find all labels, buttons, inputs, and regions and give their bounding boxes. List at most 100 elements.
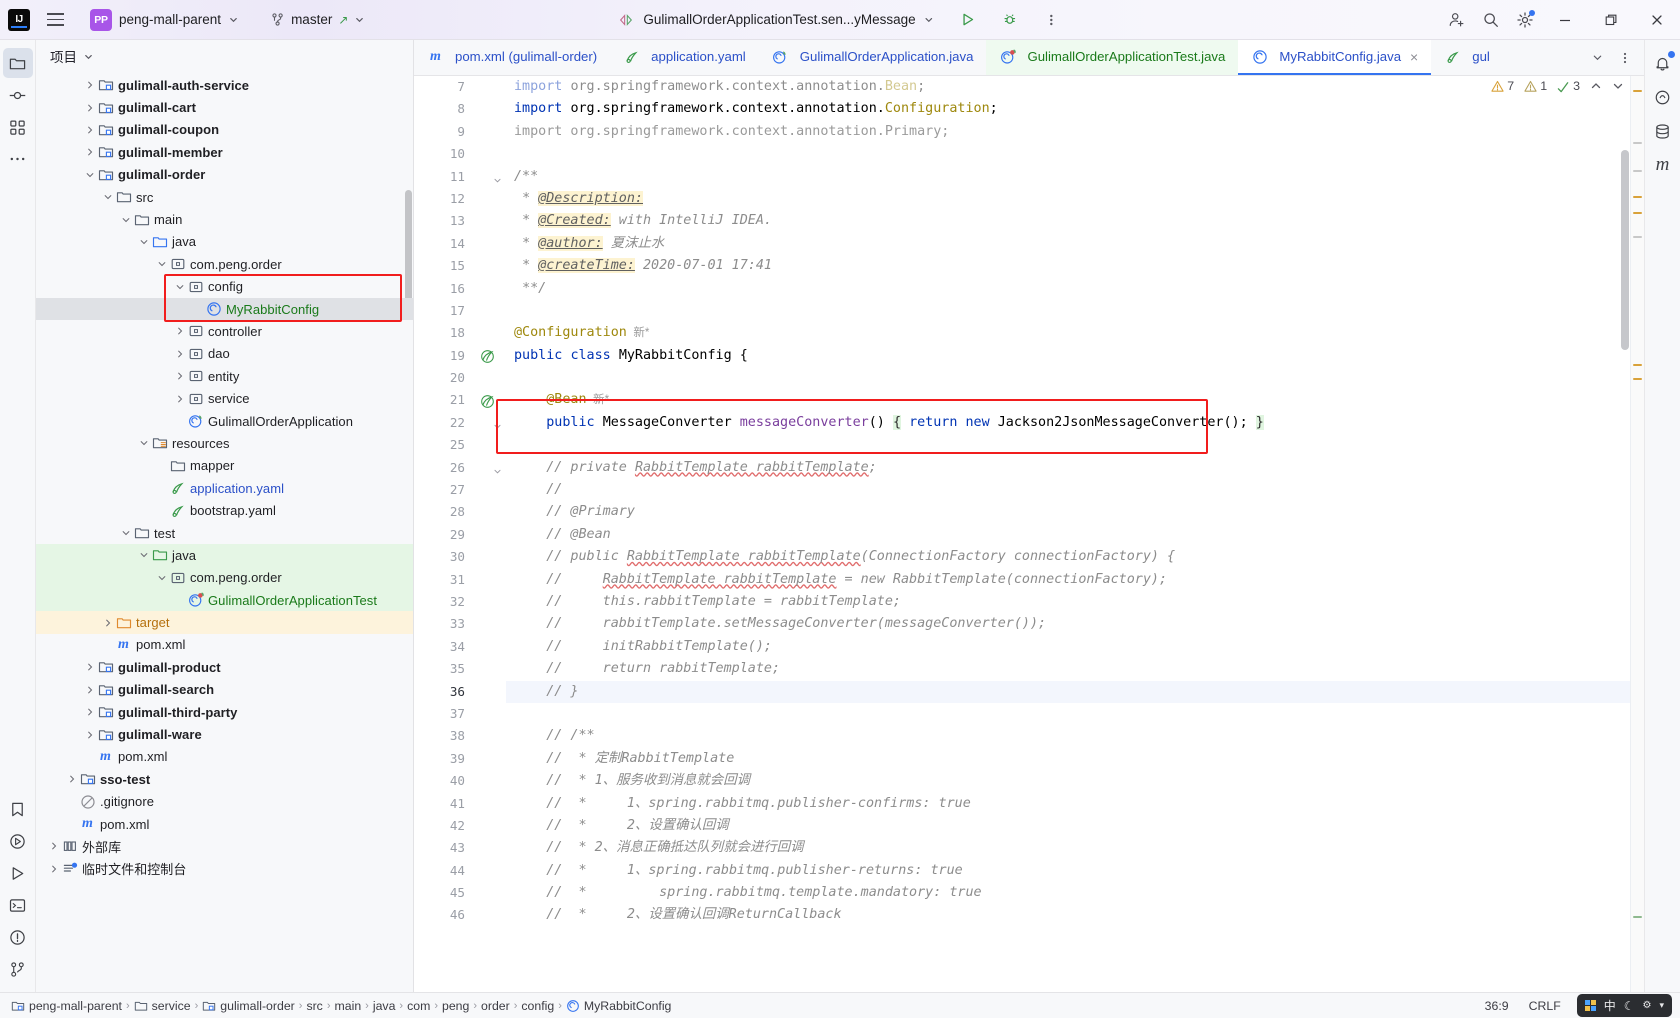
code-line[interactable]: import org.springframework.context.annot… [506, 121, 1630, 143]
tree-item-java[interactable]: java [36, 231, 413, 253]
tab-gul[interactable]: gul [1431, 40, 1503, 75]
sidebar-item-run[interactable] [3, 826, 33, 856]
code-line[interactable]: // rabbitTemplate.setMessageConverter(me… [506, 613, 1630, 635]
sidebar-item-ai-assistant[interactable] [1648, 82, 1678, 112]
tree-twisty[interactable] [82, 145, 97, 160]
tree-item-src[interactable]: src [36, 186, 413, 208]
ime-settings-icon[interactable]: ⚙ [1643, 1000, 1652, 1011]
sidebar-item-more-tools[interactable] [3, 144, 33, 174]
code-line[interactable]: // RabbitTemplate rabbitTemplate = new R… [506, 569, 1630, 591]
spring-bean-gutter-icon[interactable] [480, 394, 495, 414]
tree-twisty[interactable] [82, 660, 97, 675]
minimize-button[interactable] [1542, 0, 1588, 40]
code-line[interactable]: // * spring.rabbitmq.template.mandatory:… [506, 882, 1630, 904]
line-separator[interactable]: CRLF [1525, 998, 1565, 1014]
tab-options-button[interactable] [1612, 45, 1638, 71]
sidebar-item-bookmarks[interactable] [3, 794, 33, 824]
tree-item-entity[interactable]: entity [36, 365, 413, 387]
sidebar-item-version-control[interactable] [3, 954, 33, 984]
breadcrumb-item-main[interactable]: main [332, 998, 365, 1014]
code-line[interactable]: // return rabbitTemplate; [506, 658, 1630, 680]
code-fold-arrow[interactable] [493, 418, 502, 436]
code-line[interactable] [506, 367, 1630, 389]
tree-item-gulimall-member[interactable]: gulimall-member [36, 141, 413, 163]
tree-twisty[interactable] [82, 705, 97, 720]
tree-twisty[interactable] [172, 324, 187, 339]
tree-item--gitignore[interactable]: .gitignore [36, 791, 413, 813]
inspection-widget[interactable]: 7 1 3 [1491, 79, 1624, 93]
tree-item-mapper[interactable]: mapper [36, 455, 413, 477]
breadcrumb-item-config[interactable]: config [518, 998, 557, 1014]
branch-selector[interactable]: master ↗ [263, 9, 373, 30]
close-button[interactable] [1634, 0, 1680, 40]
tree-item-bootstrap-yaml[interactable]: bootstrap.yaml [36, 499, 413, 521]
tab-list-button[interactable] [1584, 45, 1610, 71]
tree-twisty[interactable] [46, 839, 61, 854]
sidebar-item-project[interactable] [2, 48, 33, 78]
tree-item-target[interactable]: target [36, 611, 413, 634]
code-line[interactable]: * @createTime: 2020-07-01 17:41 [506, 255, 1630, 277]
chevron-down-icon[interactable] [83, 51, 94, 62]
sidebar-item-terminal[interactable] [3, 890, 33, 920]
tree-item-pom-xml[interactable]: m pom.xml [36, 746, 413, 768]
code-line[interactable] [506, 703, 1630, 725]
code-line[interactable]: // private RabbitTemplate rabbitTemplate… [506, 457, 1630, 479]
breadcrumb-item-service[interactable]: service [131, 998, 194, 1014]
breadcrumb-item-gulimall-order[interactable]: gulimall-order [199, 998, 298, 1014]
code-line[interactable] [506, 300, 1630, 322]
code-line[interactable]: // [506, 479, 1630, 501]
code-line[interactable]: import org.springframework.context.annot… [506, 98, 1630, 120]
account-button[interactable] [1440, 4, 1474, 36]
tree-item-java[interactable]: java [36, 544, 413, 567]
code-line[interactable]: // initRabbitTemplate(); [506, 636, 1630, 658]
tree-item-gulimall-ware[interactable]: gulimall-ware [36, 723, 413, 745]
breadcrumb-item-src[interactable]: src [303, 998, 325, 1014]
tree-twisty[interactable] [172, 279, 187, 294]
code-line[interactable]: // } [506, 680, 1630, 703]
tree-item-dao[interactable]: dao [36, 343, 413, 365]
code-line[interactable]: // * 定制RabbitTemplate [506, 748, 1630, 770]
sidebar-item-database[interactable] [1648, 116, 1678, 146]
code-line[interactable]: public class MyRabbitConfig { [506, 345, 1630, 367]
sidebar-item-structure[interactable] [3, 112, 33, 142]
tree-twisty[interactable] [100, 190, 115, 205]
tree-item-gulimall-order[interactable]: gulimall-order [36, 164, 413, 186]
code-line[interactable]: * @Created: with IntelliJ IDEA. [506, 210, 1630, 232]
tree-item-controller[interactable]: controller [36, 320, 413, 342]
tree-item-gulimall-cart[interactable]: gulimall-cart [36, 96, 413, 118]
tree-twisty[interactable] [82, 78, 97, 93]
breadcrumb-item-java[interactable]: java [370, 998, 399, 1014]
code-line[interactable]: * @Description: [506, 188, 1630, 210]
caret-position[interactable]: 36:9 [1481, 998, 1513, 1014]
sidebar-item-maven[interactable]: m [1648, 150, 1678, 180]
breadcrumb-item-order[interactable]: order [478, 998, 513, 1014]
tree-item-外部库[interactable]: 外部库 [36, 835, 413, 857]
tree-item-sso-test[interactable]: sso-test [36, 768, 413, 790]
tree-item-test[interactable]: test [36, 522, 413, 544]
gutter-icons-column[interactable] [474, 76, 506, 992]
code-line[interactable]: // * 2、设置确认回调 [506, 815, 1630, 837]
tab-myrabbitconfig-java[interactable]: MyRabbitConfig.java × [1238, 40, 1432, 75]
settings-button[interactable] [1508, 4, 1542, 36]
tree-twisty[interactable] [118, 526, 133, 541]
tree-twisty[interactable] [100, 615, 115, 630]
tab-application-yaml[interactable]: application.yaml [610, 40, 759, 75]
tree-item-临时文件和控制台[interactable]: 临时文件和控制台 [36, 858, 413, 880]
code-line[interactable]: @Bean 新* [506, 389, 1630, 411]
code-line[interactable]: public MessageConverter messageConverter… [506, 412, 1630, 434]
spring-bean-gutter-icon[interactable] [480, 349, 495, 369]
code-fold-arrow[interactable] [493, 463, 502, 481]
tree-item-myrabbitconfig[interactable]: MyRabbitConfig [36, 297, 413, 321]
more-actions-button[interactable] [1035, 4, 1069, 36]
code-line[interactable]: // @Bean [506, 524, 1630, 546]
search-everywhere-button[interactable] [1474, 4, 1508, 36]
tab-gulimallorderapplicationtest-java[interactable]: GulimallOrderApplicationTest.java [986, 40, 1239, 75]
project-selector[interactable]: PP peng-mall-parent [82, 6, 247, 34]
code-line[interactable]: * @author: 夏沫止水 [506, 233, 1630, 255]
maximize-button[interactable] [1588, 0, 1634, 40]
code-line[interactable]: // this.rabbitTemplate = rabbitTemplate; [506, 591, 1630, 613]
tree-item-pom-xml[interactable]: m pom.xml [36, 634, 413, 656]
tree-item-gulimallorderapplicationtest[interactable]: GulimallOrderApplicationTest [36, 588, 413, 612]
code-line[interactable]: // * 1、服务收到消息就会回调 [506, 770, 1630, 792]
breadcrumb-item-peng-mall-parent[interactable]: peng-mall-parent [8, 998, 125, 1014]
